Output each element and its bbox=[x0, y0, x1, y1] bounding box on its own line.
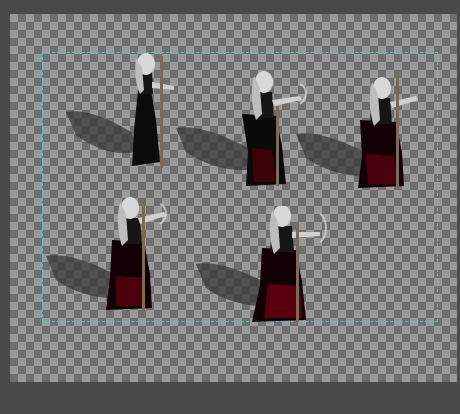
sprite-figure-2[interactable] bbox=[176, 66, 316, 190]
sprite-figure-1[interactable] bbox=[56, 50, 186, 172]
sprite-figure-4[interactable] bbox=[46, 194, 186, 316]
sprite-figure-5[interactable] bbox=[196, 206, 346, 324]
editor-viewport[interactable] bbox=[0, 0, 460, 414]
sprite-figure-3[interactable] bbox=[296, 72, 436, 194]
